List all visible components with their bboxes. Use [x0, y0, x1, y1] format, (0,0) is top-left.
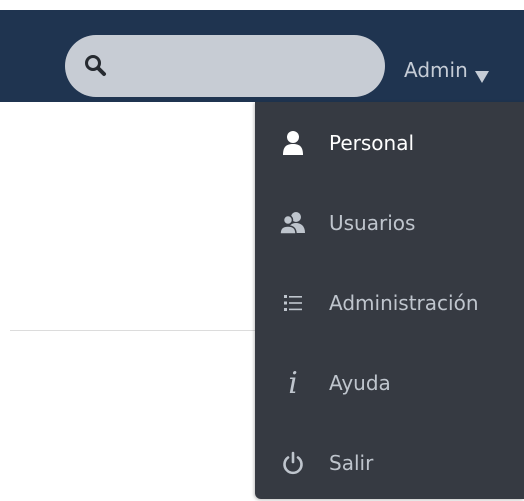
menu-item-personal[interactable]: Personal — [255, 113, 524, 173]
power-icon — [279, 449, 307, 477]
users-icon — [279, 209, 307, 237]
menu-item-administracion[interactable]: Administración — [255, 273, 524, 333]
search-icon[interactable] — [83, 53, 109, 79]
window-top-edge — [0, 0, 524, 10]
admin-menu-toggle[interactable]: Admin — [404, 54, 489, 86]
search-input[interactable] — [117, 45, 385, 87]
caret-down-icon — [474, 64, 489, 83]
info-icon: i — [288, 365, 298, 401]
menu-item-usuarios[interactable]: Usuarios — [255, 193, 524, 253]
admin-dropdown-menu: Personal Usuarios Administración i Ayuda… — [255, 102, 524, 499]
content-divider — [10, 330, 260, 331]
menu-item-label: Usuarios — [329, 211, 416, 235]
menu-item-label: Administración — [329, 291, 479, 315]
top-navbar: Admin — [0, 10, 524, 102]
menu-item-label: Personal — [329, 131, 415, 155]
person-icon — [279, 129, 307, 157]
menu-item-ayuda[interactable]: i Ayuda — [255, 353, 524, 413]
menu-item-label: Ayuda — [329, 371, 391, 395]
admin-label: Admin — [404, 58, 468, 82]
menu-item-label: Salir — [329, 451, 374, 475]
search-box[interactable] — [65, 35, 385, 97]
menu-item-salir[interactable]: Salir — [255, 433, 524, 493]
list-icon — [279, 289, 307, 317]
